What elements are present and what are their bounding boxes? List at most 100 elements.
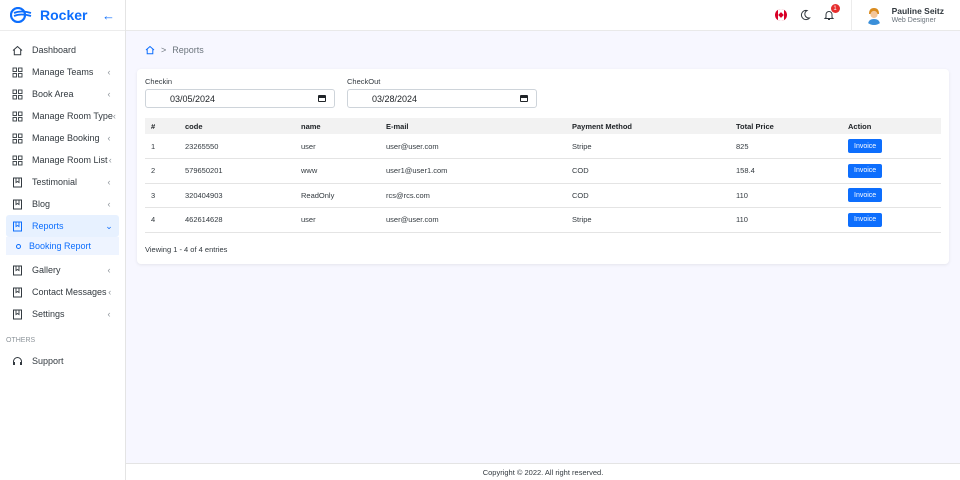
table-cell-action: Invoice (842, 134, 941, 159)
invoice-button[interactable]: Invoice (848, 139, 883, 153)
column-header: E-mail (380, 118, 566, 134)
headset-icon (12, 356, 23, 367)
sidebar-item-manage-room-type[interactable]: Manage Room Type ‹ (6, 105, 119, 127)
chevron-left-icon: ‹ (107, 309, 111, 319)
chevron-right-icon: > (161, 45, 167, 55)
table-cell: 3 (145, 183, 179, 208)
canada-flag-icon[interactable] (774, 9, 787, 21)
checkout-date-input[interactable]: 03/28/2024 (347, 89, 537, 108)
invoice-button[interactable]: Invoice (848, 212, 883, 227)
table-cell: user (295, 207, 380, 233)
chevron-left-icon: ‹ (108, 155, 112, 165)
sidebar-item-manage-booking[interactable]: Manage Booking ‹ (6, 127, 119, 149)
bookmark-icon (12, 309, 23, 320)
chevron-left-icon: ‹ (108, 287, 112, 297)
sidebar-item-support[interactable]: Support (6, 350, 119, 372)
table-row: 4 462614628 user user@user.com Stripe 110 Invo… (145, 207, 941, 233)
sidebar-item-label: Gallery (32, 265, 61, 275)
table-body: 1 23265550 user user@user.com Stripe 825 Invoi… (145, 134, 941, 233)
brand: Rocker ← (0, 0, 125, 31)
table-cell: 23265550 (179, 134, 295, 159)
table-cell: 462614628 (179, 207, 295, 233)
sidebar-item-contact-messages[interactable]: Contact Messages ‹ (6, 281, 119, 303)
arrow-left-icon[interactable]: ← (102, 8, 115, 23)
calendar-icon[interactable] (520, 95, 528, 102)
column-header: # (145, 118, 179, 134)
table-row: 3 320404903 ReadOnly rcs@rcs.com COD 110 Invoi… (145, 183, 941, 208)
sidebar-subitem-booking-report[interactable]: Booking Report (6, 237, 119, 255)
topbar: 1 Pauline Seitz Web Designer (126, 0, 960, 31)
column-header: name (295, 118, 380, 134)
invoice-button[interactable]: Invoice (848, 163, 883, 178)
bell-icon[interactable]: 1 (823, 4, 840, 21)
moon-icon[interactable] (799, 9, 811, 21)
table-cell: user (295, 134, 380, 159)
table-cell: 2 (145, 158, 179, 184)
sidebar-item-dashboard[interactable]: Dashboard (6, 39, 119, 61)
brand-name: Rocker (40, 7, 88, 23)
breadcrumb: > Reports (137, 31, 949, 69)
copyright-text: Copyright © 2022. All right reserved. (482, 467, 604, 477)
grid-icon (12, 67, 23, 78)
main-content: > Reports Checkin 03/05/2024 CheckOut 03… (126, 31, 960, 463)
sidebar-item-label: Manage Booking (32, 133, 100, 143)
checkin-value: 03/05/2024 (170, 93, 216, 104)
table-cell: 1 (145, 134, 179, 159)
home-icon (12, 45, 23, 56)
bookmark-icon (12, 177, 23, 188)
chevron-left-icon: ‹ (107, 265, 111, 275)
chevron-left-icon: ‹ (112, 111, 116, 121)
sidebar-item-label: Contact Messages (32, 287, 107, 297)
chevron-left-icon: ‹ (107, 199, 111, 209)
grid-icon (12, 155, 23, 166)
home-icon[interactable] (145, 45, 155, 55)
sidebar-item-label: Manage Room Type (32, 111, 113, 121)
user-info: Pauline Seitz Web Designer (892, 6, 944, 24)
avatar (863, 5, 884, 25)
chevron-left-icon: ‹ (107, 133, 111, 143)
sidebar-item-label: Book Area (32, 89, 74, 99)
sidebar-item-book-area[interactable]: Book Area ‹ (6, 83, 119, 105)
table-row: 1 23265550 user user@user.com Stripe 825 Invoi… (145, 134, 941, 159)
table-info: Viewing 1 - 4 of 4 entries (145, 244, 228, 254)
checkin-filter: Checkin 03/05/2024 (145, 77, 335, 108)
column-header: Action (842, 118, 941, 134)
chevron-down-icon: ⌄ (105, 220, 113, 231)
sidebar-item-label: Testimonial (32, 177, 78, 187)
report-card: Checkin 03/05/2024 CheckOut 03/28/2024 #… (137, 69, 949, 264)
checkin-date-input[interactable]: 03/05/2024 (145, 89, 335, 108)
sidebar-item-label: Support (32, 356, 64, 366)
bookmark-icon (12, 265, 23, 276)
table-cell: 579650201 (179, 158, 295, 184)
sidebar-item-testimonial[interactable]: Testimonial ‹ (6, 171, 119, 193)
sidebar-menu: Dashboard Manage Teams ‹ Book Area ‹ Manage R… (0, 31, 125, 372)
user-role: Web Designer (891, 17, 936, 24)
bookmark-icon (12, 287, 23, 298)
calendar-icon[interactable] (318, 95, 326, 102)
table-cell-action: Invoice (842, 158, 941, 184)
table-cell-action: Invoice (842, 183, 941, 208)
invoice-button[interactable]: Invoice (848, 188, 883, 203)
sidebar-item-manage-teams[interactable]: Manage Teams ‹ (6, 61, 119, 83)
table-cell: 825 (730, 134, 842, 159)
sidebar-item-reports[interactable]: Reports ⌄ (6, 215, 119, 237)
sidebar-item-manage-room-list[interactable]: Manage Room List ‹ (6, 149, 119, 171)
footer: Copyright © 2022. All right reserved. (126, 463, 960, 480)
table-cell: 158.4 (730, 158, 842, 184)
table-cell: user@user.com (380, 134, 566, 159)
table-cell: Stripe (566, 207, 730, 233)
table-cell: user1@user1.com (380, 158, 566, 184)
checkin-label: Checkin (145, 77, 173, 86)
user-menu[interactable]: Pauline Seitz Web Designer (850, 0, 944, 31)
table-cell: COD (566, 158, 730, 184)
sidebar-item-blog[interactable]: Blog ‹ (6, 193, 119, 215)
chevron-left-icon: ‹ (107, 89, 111, 99)
sidebar-item-gallery[interactable]: Gallery ‹ (6, 259, 119, 281)
sidebar-item-settings[interactable]: Settings ‹ (6, 303, 119, 325)
table-cell: ReadOnly (295, 183, 380, 208)
table-cell: Stripe (566, 134, 730, 159)
grid-icon (12, 133, 23, 144)
sidebar-item-label: Settings (32, 309, 65, 319)
sidebar-item-label: Manage Teams (32, 67, 94, 77)
table-cell: user@user.com (380, 207, 566, 233)
